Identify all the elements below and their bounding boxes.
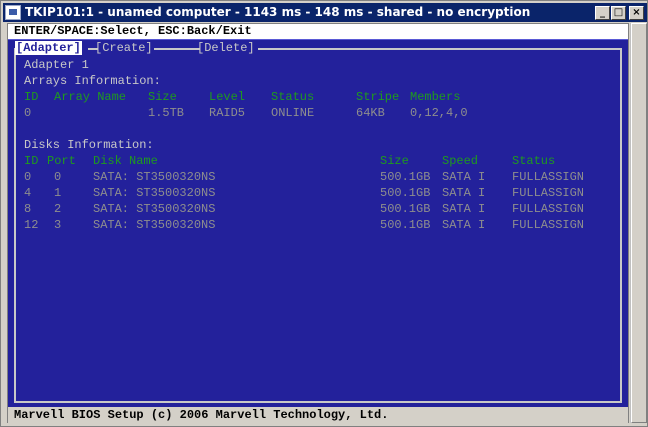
frame-line xyxy=(258,48,622,50)
disk-port: 0 xyxy=(54,170,62,184)
frame-line xyxy=(154,48,200,50)
disk-port: 3 xyxy=(54,218,62,232)
tab-create[interactable]: [Create] xyxy=(95,41,153,55)
disks-header-port: Port xyxy=(47,154,76,168)
arrays-header-members: Members xyxy=(410,90,461,104)
arrays-header-level: Level xyxy=(209,90,246,104)
arrays-header-name: Array Name xyxy=(54,90,127,104)
disk-size: 500.1GB xyxy=(380,202,431,216)
array-level: RAID5 xyxy=(209,106,246,120)
array-id: 0 xyxy=(24,106,32,120)
disks-section-title: Disks Information: xyxy=(24,138,154,152)
disk-name: SATA: ST3500320NS xyxy=(93,218,216,232)
disks-header-disk-name: Disk Name xyxy=(93,154,158,168)
disk-speed: SATA I xyxy=(442,202,486,216)
disks-header-id: ID xyxy=(24,154,39,168)
console-area[interactable]: ENTER/SPACE:Select, ESC:Back/Exit [Adapt… xyxy=(7,23,629,423)
array-members: 0,12,4,0 xyxy=(410,106,468,120)
maximize-button[interactable]: □ xyxy=(611,6,626,20)
window-title: TKIP101:1 - unamed computer - 1143 ms - … xyxy=(25,5,531,19)
disk-id: 0 xyxy=(24,170,32,184)
disk-id: 4 xyxy=(24,186,32,200)
adapter-heading: Adapter 1 xyxy=(24,58,89,72)
minimize-button[interactable]: _ xyxy=(595,6,610,20)
disk-size: 500.1GB xyxy=(380,170,431,184)
vertical-scrollbar[interactable] xyxy=(630,23,647,423)
arrays-header-id: ID xyxy=(24,90,39,104)
disk-speed: SATA I xyxy=(442,186,486,200)
tab-adapter[interactable]: [Adapter] xyxy=(15,41,82,55)
arrays-header-stripe: Stripe xyxy=(356,90,400,104)
array-stripe: 64KB xyxy=(356,106,385,120)
disk-name: SATA: ST3500320NS xyxy=(93,170,216,184)
disk-status: FULLASSIGN xyxy=(512,170,585,184)
disk-port: 2 xyxy=(54,202,62,216)
status-bar: Marvell BIOS Setup (c) 2006 Marvell Tech… xyxy=(8,407,628,423)
arrays-header-status: Status xyxy=(271,90,315,104)
scrollbar-thumb[interactable] xyxy=(631,23,647,423)
tab-delete[interactable]: [Delete] xyxy=(197,41,255,55)
disk-status: FULLASSIGN xyxy=(512,202,585,216)
title-bar[interactable]: TKIP101:1 - unamed computer - 1143 ms - … xyxy=(3,3,647,22)
arrays-header-size: Size xyxy=(148,90,177,104)
app-icon xyxy=(5,5,21,20)
disk-status: FULLASSIGN xyxy=(512,218,585,232)
arrays-section-title: Arrays Information: xyxy=(24,74,161,88)
remote-console-window: TKIP101:1 - unamed computer - 1143 ms - … xyxy=(0,0,648,427)
disk-speed: SATA I xyxy=(442,218,486,232)
help-bar: ENTER/SPACE:Select, ESC:Back/Exit xyxy=(8,24,628,39)
disks-header-status: Status xyxy=(512,154,556,168)
array-status: ONLINE xyxy=(271,106,315,120)
bios-screen[interactable]: [Adapter] [Create] [Delete] Adapter 1 Ar… xyxy=(8,39,628,407)
disks-header-speed: Speed xyxy=(442,154,479,168)
close-button[interactable]: × xyxy=(629,6,644,20)
disk-speed: SATA I xyxy=(442,170,486,184)
array-size: 1.5TB xyxy=(148,106,185,120)
disk-size: 500.1GB xyxy=(380,218,431,232)
disks-header-size: Size xyxy=(380,154,409,168)
disk-id: 12 xyxy=(24,218,39,232)
disk-name: SATA: ST3500320NS xyxy=(93,186,216,200)
disk-id: 8 xyxy=(24,202,32,216)
disk-name: SATA: ST3500320NS xyxy=(93,202,216,216)
disk-size: 500.1GB xyxy=(380,186,431,200)
disk-status: FULLASSIGN xyxy=(512,186,585,200)
disk-port: 1 xyxy=(54,186,62,200)
